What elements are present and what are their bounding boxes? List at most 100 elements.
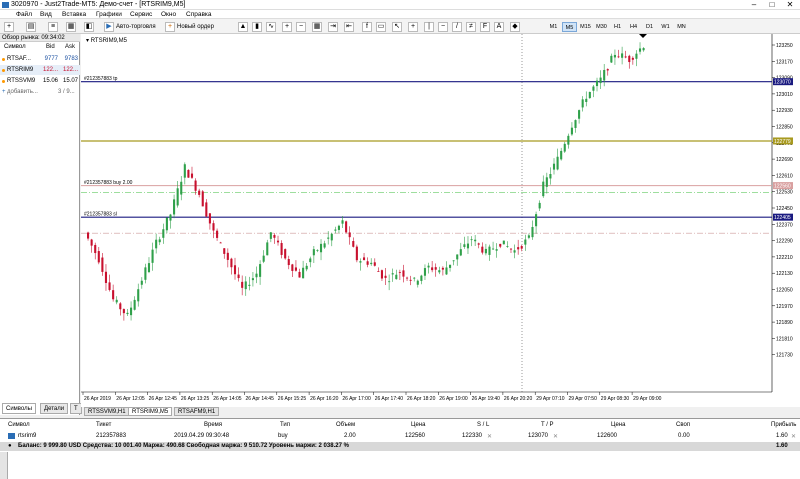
term-col-tp[interactable]: T / P bbox=[541, 422, 554, 428]
minimize-icon[interactable]: – bbox=[745, 0, 763, 10]
menu-view[interactable]: Вид bbox=[40, 10, 52, 19]
candle-body bbox=[348, 232, 351, 238]
tab-details[interactable]: Детали bbox=[40, 403, 69, 414]
symbol-status-icon bbox=[2, 69, 5, 72]
chart-c-icon[interactable]: ∿ bbox=[266, 22, 276, 32]
ask: 9783 bbox=[64, 56, 78, 62]
tab-t[interactable]: Т bbox=[70, 403, 82, 414]
candle-body bbox=[147, 263, 151, 273]
candle-body bbox=[327, 237, 330, 239]
shift-icon[interactable]: ⇤ bbox=[344, 22, 354, 32]
new-order-button[interactable]: Новый ордер bbox=[175, 22, 216, 32]
cursor-icon[interactable]: ↖ bbox=[392, 22, 402, 32]
menu-insert[interactable]: Вставка bbox=[62, 10, 86, 19]
market-row[interactable]: RTSRIM9 122... 122... bbox=[0, 65, 80, 75]
candle-body bbox=[427, 265, 430, 268]
menu-tools[interactable]: Сервис bbox=[130, 10, 152, 19]
term-col-price2[interactable]: Цена bbox=[611, 422, 625, 428]
tile-icon[interactable]: ▦ bbox=[312, 22, 322, 32]
time-tick-label: 29 Apr 07:10 bbox=[536, 396, 565, 402]
candle-body bbox=[642, 48, 645, 51]
symbol: RTSSVM9 bbox=[7, 78, 36, 84]
auto-trading-button[interactable]: Авто-торговля bbox=[114, 22, 158, 32]
tab-symbols[interactable]: Символы bbox=[2, 403, 36, 414]
market-watch-icon[interactable]: ≡ bbox=[48, 22, 58, 32]
term-col-time[interactable]: Время bbox=[204, 422, 222, 428]
candlestick-chart[interactable]: 1232501231701230901230101229301228501227… bbox=[81, 34, 800, 407]
new-chart-icon[interactable]: + bbox=[4, 22, 14, 32]
price-tick-label: 123250 bbox=[776, 43, 793, 49]
navigator-icon[interactable]: ◧ bbox=[84, 22, 94, 32]
candle-body bbox=[477, 243, 480, 245]
tf-d1[interactable]: D1 bbox=[642, 22, 657, 32]
close-icon[interactable]: ✕ bbox=[781, 0, 799, 10]
price-tick-label: 122450 bbox=[776, 206, 793, 212]
channel-icon[interactable]: ≠ bbox=[466, 22, 476, 32]
market-row[interactable]: RTSSVM9 15.06 15.07 bbox=[0, 76, 80, 86]
fibo-icon[interactable]: F bbox=[480, 22, 490, 32]
indicators-icon[interactable]: f bbox=[362, 22, 372, 32]
vline-icon[interactable]: | bbox=[424, 22, 434, 32]
tf-m15[interactable]: M15 bbox=[578, 22, 593, 32]
candle-body bbox=[585, 98, 588, 102]
term-col-ticket[interactable]: Тикет bbox=[96, 422, 111, 428]
chart-tab[interactable]: RTSRIM9,M5 bbox=[128, 407, 173, 416]
candle-body bbox=[445, 267, 448, 275]
menu-charts[interactable]: Графики bbox=[96, 10, 122, 19]
candle-body bbox=[119, 303, 122, 310]
term-col-volume[interactable]: Объем bbox=[336, 422, 355, 428]
close-position-icon[interactable]: ✕ bbox=[791, 433, 796, 440]
col-bid[interactable]: Bid bbox=[46, 43, 55, 52]
candle-body bbox=[309, 258, 312, 263]
algo-icon: ▶ bbox=[104, 22, 114, 32]
menu-file[interactable]: Файл bbox=[16, 10, 32, 19]
candle-body bbox=[420, 275, 423, 281]
add-symbol-row[interactable]: + добавить... 3 / 9... bbox=[0, 87, 80, 97]
candle-body bbox=[603, 69, 606, 81]
data-window-icon[interactable]: ▦ bbox=[66, 22, 76, 32]
term-col-symbol[interactable]: Символ bbox=[8, 422, 30, 428]
balance-bar: ● Баланс: 9 999.80 USD Средства: 10 001.… bbox=[0, 442, 800, 451]
chart-a-icon[interactable]: ▲ bbox=[238, 22, 248, 32]
text-icon[interactable]: A bbox=[494, 22, 504, 32]
terminal-side-tab[interactable] bbox=[0, 452, 8, 479]
trendline-icon[interactable]: / bbox=[452, 22, 462, 32]
tf-mn[interactable]: MN bbox=[674, 22, 689, 32]
candle-body bbox=[108, 282, 111, 290]
autoscroll-icon[interactable]: ⇥ bbox=[328, 22, 338, 32]
tf-h1[interactable]: H1 bbox=[610, 22, 625, 32]
remove-tp-icon[interactable]: ✕ bbox=[553, 433, 558, 440]
candle-body bbox=[538, 202, 541, 209]
tf-h4[interactable]: H4 bbox=[626, 22, 641, 32]
chart-tab[interactable]: RTSAFM9,H1 bbox=[174, 407, 220, 416]
profiles-icon[interactable]: ▤ bbox=[26, 22, 36, 32]
term-col-sl[interactable]: S / L bbox=[477, 422, 489, 428]
col-ask[interactable]: Ask bbox=[65, 43, 75, 52]
term-col-type[interactable]: Тип bbox=[280, 422, 290, 428]
term-col-profit[interactable]: Прибыль bbox=[771, 422, 796, 428]
remove-sl-icon[interactable]: ✕ bbox=[487, 433, 492, 440]
maximize-icon[interactable]: □ bbox=[763, 0, 781, 10]
shapes-icon[interactable]: ◆ bbox=[510, 22, 520, 32]
chart-b-icon[interactable]: ▮ bbox=[252, 22, 262, 32]
zoom-in-icon[interactable]: + bbox=[282, 22, 292, 32]
candle-body bbox=[305, 265, 308, 270]
crosshair-icon[interactable]: + bbox=[408, 22, 418, 32]
term-col-swap[interactable]: Своп bbox=[676, 422, 690, 428]
bid: 15.06 bbox=[42, 78, 58, 84]
tf-m1[interactable]: M1 bbox=[546, 22, 561, 32]
tf-w1[interactable]: W1 bbox=[658, 22, 673, 32]
candle-body bbox=[517, 247, 520, 250]
tf-m30[interactable]: M30 bbox=[594, 22, 609, 32]
chart-tab[interactable]: RTSSVM9,H1 bbox=[84, 407, 130, 416]
term-col-price[interactable]: Цена bbox=[411, 422, 425, 428]
zoom-out-icon[interactable]: − bbox=[296, 22, 306, 32]
tf-m5[interactable]: M5 bbox=[562, 22, 577, 32]
price-tick-label: 121970 bbox=[776, 304, 793, 310]
market-row[interactable]: RTSAF... 9777 9783 bbox=[0, 54, 80, 64]
menu-window[interactable]: Окно bbox=[161, 10, 176, 19]
hline-icon[interactable]: − bbox=[438, 22, 448, 32]
templates-icon[interactable]: ▭ bbox=[376, 22, 386, 32]
col-symbol[interactable]: Символ bbox=[4, 43, 26, 52]
menu-help[interactable]: Справка bbox=[186, 10, 212, 19]
